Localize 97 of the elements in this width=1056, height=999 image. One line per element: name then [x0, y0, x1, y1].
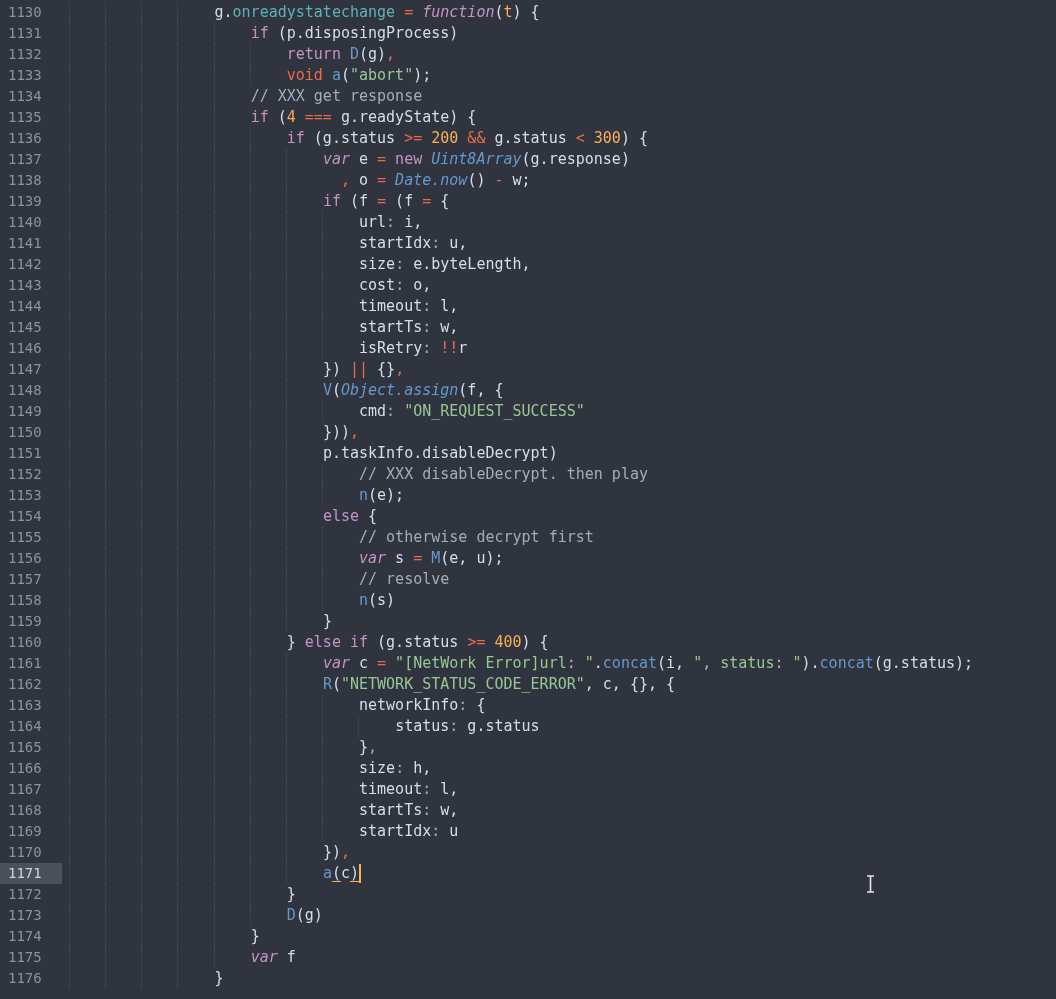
line-number: 1155	[7, 528, 43, 547]
code-line: startIdx: u	[62, 821, 459, 842]
code-line: if (4 === g.readyState) {	[62, 107, 477, 128]
line-number: 1138	[7, 171, 43, 190]
line-number: 1174	[7, 927, 43, 946]
line-number: 1163	[7, 696, 43, 715]
line-number: 1148	[7, 381, 43, 400]
code-line: startTs: w,	[62, 317, 459, 338]
line-number: 1136	[7, 129, 43, 148]
code-line: }	[62, 884, 296, 905]
code-line: timeout: l,	[62, 779, 459, 800]
code-line: startIdx: u,	[62, 233, 468, 254]
code-line: else {	[62, 506, 378, 527]
line-number: 1144	[7, 297, 43, 316]
line-number: 1147	[7, 360, 43, 379]
line-number: 1157	[7, 570, 43, 589]
code-line: var s = M(e, u);	[62, 548, 504, 569]
code-line: D(g)	[62, 905, 323, 926]
line-number: 1133	[7, 66, 43, 85]
line-number: 1142	[7, 255, 43, 274]
code-line: }),	[62, 842, 350, 863]
line-number: 1154	[7, 507, 43, 526]
line-number: 1170	[7, 843, 43, 862]
line-number: 1132	[7, 45, 43, 64]
code-line: }	[62, 611, 332, 632]
code-line: }	[62, 968, 224, 989]
ibeam-cursor-icon	[866, 875, 875, 893]
code-line: status: g.status	[62, 716, 540, 737]
line-number: 1173	[7, 906, 43, 925]
code-line: // resolve	[62, 569, 450, 590]
line-number: 1169	[7, 822, 43, 841]
line-number: 1172	[7, 885, 43, 904]
line-number: 1158	[7, 591, 43, 610]
line-number: 1165	[7, 738, 43, 757]
line-number: 1130	[7, 3, 43, 22]
code-line: startTs: w,	[62, 800, 459, 821]
line-number: 1141	[7, 234, 43, 253]
code-line: // otherwise decrypt first	[62, 527, 594, 548]
line-number: 1171	[0, 863, 62, 884]
code-line: return D(g),	[62, 44, 396, 65]
line-number: 1143	[7, 276, 43, 295]
line-number: 1166	[7, 759, 43, 778]
line-number: 1134	[7, 87, 43, 106]
text-cursor	[359, 864, 361, 883]
line-number: 1131	[7, 24, 43, 43]
line-number: 1161	[7, 654, 43, 673]
line-number: 1152	[7, 465, 43, 484]
code-line: n(s)	[62, 590, 396, 611]
code-line: R("NETWORK_STATUS_CODE_ERROR", c, {}, {	[62, 674, 676, 695]
code-line: })),	[62, 422, 359, 443]
code-line: a(c)	[62, 863, 361, 884]
code-line: }) || {},	[62, 359, 405, 380]
code-line: size: h,	[62, 758, 432, 779]
code-line: networkInfo: {	[62, 695, 486, 716]
line-number: 1167	[7, 780, 43, 799]
line-number: 1145	[7, 318, 43, 337]
line-number: 1151	[7, 444, 43, 463]
code-line: cmd: "ON_REQUEST_SUCCESS"	[62, 401, 585, 422]
line-number: 1135	[7, 108, 43, 127]
line-number: 1150	[7, 423, 43, 442]
code-line: },	[62, 737, 378, 758]
line-number: 1137	[7, 150, 43, 169]
code-line: url: i,	[62, 212, 423, 233]
code-line: if (f = (f = {	[62, 191, 450, 212]
code-line: timeout: l,	[62, 296, 459, 317]
code-line: } else if (g.status >= 400) {	[62, 632, 549, 653]
line-number: 1139	[7, 192, 43, 211]
code-line: // XXX get response	[62, 86, 423, 107]
code-line: size: e.byteLength,	[62, 254, 531, 275]
line-number: 1149	[7, 402, 43, 421]
code-line: if (p.disposingProcess)	[62, 23, 459, 44]
code-line: g.onreadystatechange = function(t) {	[62, 2, 540, 23]
line-number: 1146	[7, 339, 43, 358]
line-number: 1160	[7, 633, 43, 652]
line-number: 1164	[7, 717, 43, 736]
code-line: }	[62, 926, 260, 947]
code-line: n(e);	[62, 485, 405, 506]
line-number: 1140	[7, 213, 43, 232]
line-number: 1162	[7, 675, 43, 694]
code-line: if (g.status >= 200 && g.status < 300) {	[62, 128, 648, 149]
code-line: var e = new Uint8Array(g.response)	[62, 149, 630, 170]
code-line: var c = "[NetWork Error]url: ".concat(i, ", status: ").concat(g.status);	[62, 653, 974, 674]
line-number: 1176	[7, 969, 43, 988]
line-number: 1175	[7, 948, 43, 967]
code-editor[interactable]	[0, 0, 1056, 999]
line-number: 1153	[7, 486, 43, 505]
line-number: 1168	[7, 801, 43, 820]
line-number: 1159	[7, 612, 43, 631]
code-line: void a("abort");	[62, 65, 432, 86]
code-line: V(Object.assign(f, {	[62, 380, 504, 401]
line-number: 1156	[7, 549, 43, 568]
code-line: , o = Date.now() - w;	[62, 170, 531, 191]
code-line: isRetry: !!r	[62, 338, 468, 359]
code-line: cost: o,	[62, 275, 432, 296]
code-line: p.taskInfo.disableDecrypt)	[62, 443, 558, 464]
code-line: // XXX disableDecrypt. then play	[62, 464, 648, 485]
code-line: var f	[62, 947, 296, 968]
